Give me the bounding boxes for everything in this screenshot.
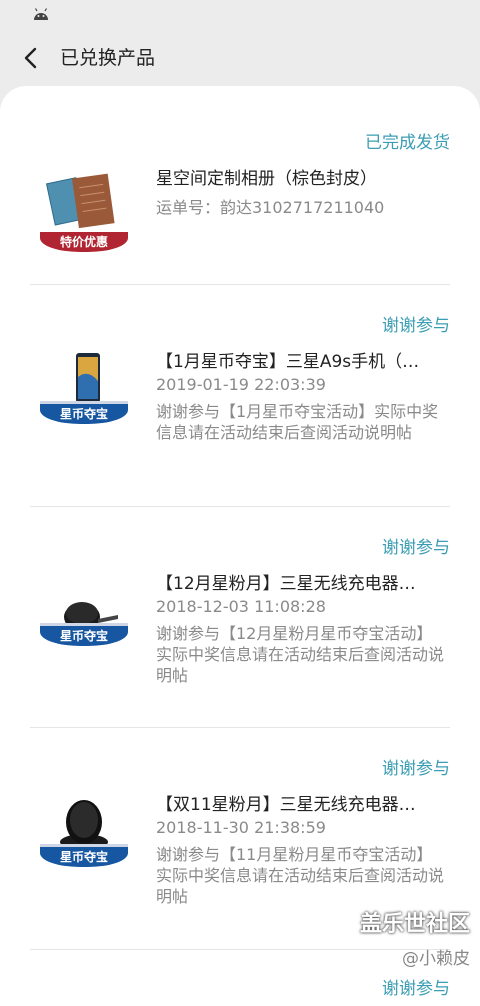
order-description: 谢谢参与【1月星币夺宝活动】实际中奖信息请在活动结束后查阅活动说明帖: [156, 402, 439, 442]
watermark-user: @小赖皮: [402, 949, 470, 969]
order-status: 谢谢参与: [382, 538, 450, 558]
tracking-number: 运单号：韵达3102717211040: [156, 198, 385, 217]
promo-badge: 特价优惠: [40, 232, 128, 252]
order-item[interactable]: 谢谢参与 星币夺宝 【12月星粉月】三星无线充电器… 2018-12-03 11…: [30, 507, 450, 728]
product-image-charger-pad: 星币夺宝: [38, 573, 130, 673]
page-title: 已兑换产品: [60, 47, 156, 69]
watermark-title: 盖乐世社区: [359, 912, 470, 937]
product-image-charger-stand: 星币夺宝: [38, 794, 130, 894]
back-arrow-icon[interactable]: [14, 40, 50, 76]
product-name: 【双11星粉月】三星无线充电器…: [156, 795, 416, 815]
order-status-peek: 谢谢参与: [382, 979, 450, 999]
product-name: 【12月星粉月】三星无线充电器…: [156, 574, 416, 594]
orders-card: 已完成发货 特价优惠 星空间定制相册（棕色封皮） 运单号：韵达310271721…: [0, 86, 480, 1006]
order-status: 已完成发货: [365, 133, 450, 153]
watermark: 盖乐世社区 @小赖皮: [360, 906, 470, 969]
order-status: 谢谢参与: [382, 316, 450, 336]
android-icon: [34, 8, 48, 20]
product-image-phone: 星币夺宝: [38, 351, 130, 451]
order-item[interactable]: 谢谢参与 星币夺宝 【1月星币夺宝】三星A9s手机（… 2019-01-19 2…: [30, 285, 450, 507]
product-image-album: 特价优惠: [38, 168, 130, 268]
order-description: 谢谢参与【11月星粉月星币夺宝活动】实际中奖信息请在活动结束后查阅活动说明帖: [156, 845, 445, 906]
order-item[interactable]: 已完成发货 特价优惠 星空间定制相册（棕色封皮） 运单号：韵达310271721…: [30, 86, 450, 285]
order-status: 谢谢参与: [382, 759, 450, 779]
app-header: 已兑换产品: [0, 30, 480, 86]
product-name: 【1月星币夺宝】三星A9s手机（…: [156, 352, 420, 372]
order-date: 2018-12-03 11:08:28: [156, 597, 326, 616]
order-date: 2018-11-30 21:38:59: [156, 818, 326, 837]
order-description: 谢谢参与【12月星粉月星币夺宝活动】实际中奖信息请在活动结束后查阅活动说明帖: [156, 624, 445, 685]
product-name: 星空间定制相册（棕色封皮）: [156, 169, 377, 189]
status-bar: [0, 0, 480, 30]
order-date: 2019-01-19 22:03:39: [156, 375, 326, 394]
